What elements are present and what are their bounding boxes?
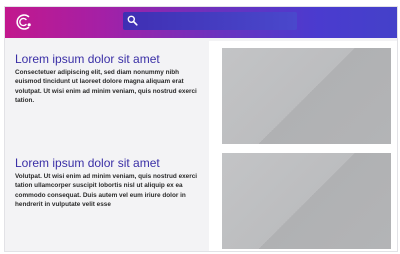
image-placeholder-2[interactable]: [222, 153, 391, 249]
image-column: [209, 41, 397, 251]
app-window: Lorem ipsum dolor sit amet Consectetuer …: [4, 6, 398, 252]
article-title[interactable]: Lorem ipsum dolor sit amet: [15, 52, 200, 66]
article-title[interactable]: Lorem ipsum dolor sit amet: [15, 156, 200, 170]
article-2: Lorem ipsum dolor sit amet Volutpat. Ut …: [15, 156, 200, 209]
search-input[interactable]: [141, 13, 295, 31]
search-icon[interactable]: [127, 15, 138, 26]
article-1: Lorem ipsum dolor sit amet Consectetuer …: [15, 52, 200, 105]
stylized-c-logo-icon[interactable]: [14, 12, 34, 32]
article-body: Consectetuer adipiscing elit, sed diam n…: [15, 69, 197, 104]
article-body: Volutpat. Ut wisi enim ad minim veniam, …: [15, 173, 198, 208]
top-bar: [5, 7, 397, 38]
search-bar[interactable]: [123, 12, 297, 31]
image-placeholder-1[interactable]: [222, 48, 391, 144]
